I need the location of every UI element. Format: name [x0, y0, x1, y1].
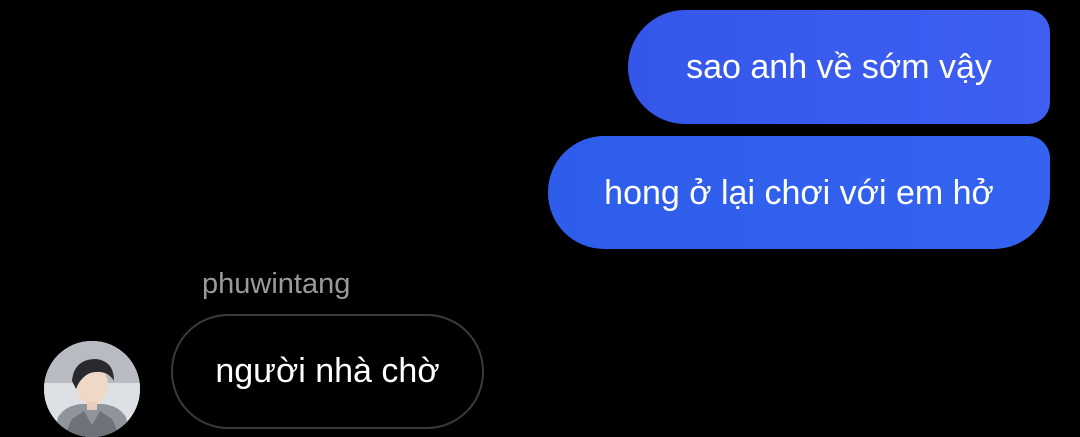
message-text: hong ở lại chơi với em hở	[604, 173, 994, 212]
message-text: người nhà chờ	[215, 352, 440, 390]
incoming-message-bubble[interactable]: người nhà chờ	[171, 314, 484, 429]
outgoing-message-bubble[interactable]: sao anh về sớm vậy	[628, 10, 1050, 124]
message-text: sao anh về sớm vậy	[686, 48, 992, 86]
sender-name: phuwintang	[202, 268, 351, 300]
profile-avatar-icon	[44, 341, 140, 437]
outgoing-message-bubble[interactable]: hong ở lại chơi với em hở	[548, 136, 1050, 249]
avatar[interactable]	[44, 341, 140, 437]
